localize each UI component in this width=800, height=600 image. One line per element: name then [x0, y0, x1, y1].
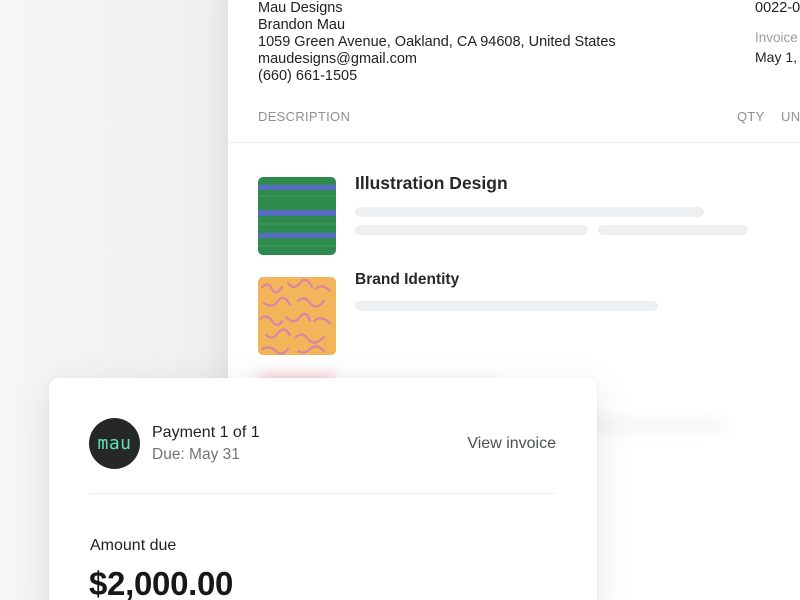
- view-invoice-link[interactable]: View invoice: [467, 435, 556, 453]
- line-item: Brand Identity: [258, 271, 800, 355]
- placeholder-line: [598, 225, 748, 235]
- invoice-date: May 1, 2: [755, 49, 800, 65]
- sender-info: Mau Designs Brandon Mau 1059 Green Avenu…: [258, 0, 616, 85]
- column-unit: UN: [781, 109, 800, 124]
- item-thumbnail: [258, 277, 336, 355]
- payment-title: Payment 1 of 1: [152, 424, 260, 441]
- placeholder-line: [355, 225, 588, 235]
- placeholder-line: [355, 301, 658, 311]
- brand-identity-thumbnail-image: [258, 277, 336, 355]
- sender-address: 1059 Green Avenue, Oakland, CA 94608, Un…: [258, 34, 616, 50]
- invoice-number: 0022-0: [755, 0, 800, 16]
- sender-email: maudesigns@gmail.com: [258, 51, 417, 67]
- payment-due-date: Due: May 31: [152, 446, 240, 463]
- illustration-thumbnail-image: [258, 177, 336, 255]
- sender-name: Brandon Mau: [258, 17, 346, 33]
- column-qty: QTY: [737, 109, 765, 124]
- sender-phone: (660) 661-1505: [258, 68, 358, 84]
- sender-company: Mau Designs: [258, 0, 343, 16]
- line-item: Illustration Design: [258, 173, 800, 255]
- table-header: DESCRIPTION QTY UN: [228, 103, 800, 143]
- item-title: Illustration Design: [355, 173, 508, 193]
- item-thumbnail: [258, 177, 336, 255]
- avatar-logo: mau: [97, 433, 132, 454]
- avatar: mau: [89, 418, 140, 469]
- amount-due-label: Amount due: [90, 537, 177, 554]
- item-title: Brand Identity: [355, 271, 460, 288]
- payment-card: mau Payment 1 of 1 Due: May 31 View invo…: [49, 378, 597, 600]
- amount-due-value: $2,000.00: [89, 565, 234, 600]
- divider: [90, 493, 556, 494]
- placeholder-line: [355, 207, 704, 217]
- invoice-date-label: Invoice: [755, 30, 798, 45]
- column-description: DESCRIPTION: [258, 109, 351, 124]
